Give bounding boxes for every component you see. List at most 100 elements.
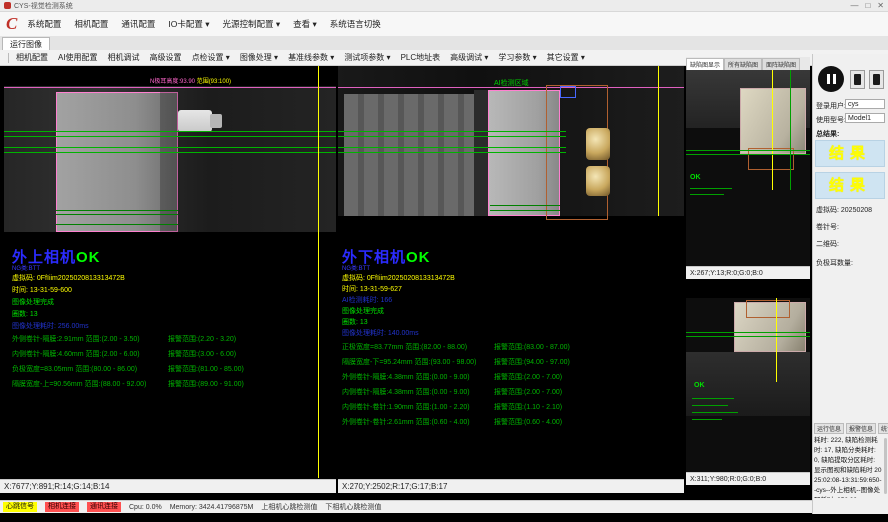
measurement-alarm: 报警范围:(2.00 - 7.00) [494, 372, 562, 382]
tool-image-processing[interactable]: 图像处理 ▾ [240, 52, 278, 63]
tool-advanced-debug[interactable]: 高级调试 ▾ [450, 52, 488, 63]
tool-test-params[interactable]: 测试项参数 ▾ [344, 52, 390, 63]
left-result-overlay: 外上相机OK NG类:BTT 虚拟码: 0FfIiim2025020813313… [12, 250, 125, 333]
lower-camera-heartbeat: 下相机心跳检测值 [325, 502, 381, 512]
pause-button[interactable] [818, 66, 844, 92]
middle-result-overlay: 外下相机OK NG类:BTT 虚拟码: 0FfIiim2025020813313… [342, 250, 455, 339]
middle-process-done: 图像处理完成 [342, 306, 455, 317]
annotation-range: 范围(93:100) [197, 79, 231, 85]
total-result-label: 总结果: [816, 129, 839, 139]
measurement-value: 外侧卷针-卷针:2.61mm 范围:(0.60 - 4.00) [342, 419, 470, 426]
thumb1-yellow-line [772, 70, 773, 190]
minimize-button[interactable]: — [850, 1, 858, 11]
login-user-value: cys [845, 99, 885, 109]
thumb1-green-line [686, 154, 810, 155]
middle-pixel-coords: X:270;Y:2502;R:17;G:17;B:17 [342, 482, 447, 491]
left-camera-name: 外上相机 [12, 249, 76, 266]
menu-light-config[interactable]: 光源控制配置 ▾ [223, 18, 281, 30]
tab-stats-info[interactable]: 统计信息 [878, 423, 888, 434]
neg-tab-count-label: 负极耳数量: [816, 258, 853, 268]
left-guide-line [56, 214, 178, 215]
measurement-alarm: 报警范围:(2.20 - 3.20) [168, 334, 236, 344]
menu-camera-config[interactable]: 相机配置 [74, 18, 108, 30]
measurement-row: 隔膜宽度-上=90.56mm 范围:(88.00 - 92.00) 报警范围:(… [12, 379, 332, 394]
tool-ai-config[interactable]: AI使用配置 [58, 52, 98, 63]
left-turn-count: 圈数: 13 [12, 309, 125, 321]
measurement-row: 负极宽度=83.05mm 范围:(80.00 - 86.00) 报警范围:(81… [12, 364, 332, 379]
menu-io-config[interactable]: IO卡配置 ▾ [168, 18, 209, 30]
middle-turn-count: 圈数: 13 [342, 317, 455, 328]
thumb2-orange-rect [746, 300, 790, 318]
result-badge-upper: 结果 [815, 140, 885, 167]
measurement-alarm: 报警范围:(1.10 - 2.10) [494, 402, 562, 412]
tool-plc-address[interactable]: PLC地址表 [401, 52, 441, 63]
measurement-value: 正极宽度=83.77mm 范围:(82.00 - 88.00) [342, 344, 467, 351]
left-ng-class: NG类:BTT [12, 265, 125, 273]
menu-comm-config[interactable]: 通讯配置 [121, 18, 155, 30]
tab-run-info[interactable]: 运行信息 [814, 423, 844, 434]
measurement-row: 内侧卷针-隔膜:4.38mm 范围:(0.00 - 9.00) 报警范围:(2.… [342, 387, 678, 402]
left-time: 时间: 13-31-59-600 [12, 285, 125, 297]
middle-virtual-code: 虚拟码: 0FfIiim2025020813313472B [342, 273, 455, 284]
thumb1-text-line [690, 194, 724, 195]
left-baseline-magenta [4, 87, 336, 88]
tool-spot-check[interactable]: 点检设置 ▾ [192, 52, 230, 63]
measurement-value: 负极宽度=83.05mm 范围:(80.00 - 86.00) [12, 366, 137, 373]
tool-other-settings[interactable]: 其它设置 ▾ [547, 52, 585, 63]
pause-icon [833, 74, 836, 84]
tab-alarm-info[interactable]: 报警信息 [846, 423, 876, 434]
close-button[interactable]: ✕ [877, 1, 884, 11]
thumbnail-upper-camera[interactable]: OK [686, 70, 810, 266]
upper-camera-toggle-button[interactable] [850, 70, 865, 89]
middle-machine-block [344, 94, 474, 216]
tool-camera-debug[interactable]: 相机调试 [108, 52, 140, 63]
thumb2-coords: X:311;Y:980;R:0;G:0;B:0 [690, 476, 766, 483]
menu-view[interactable]: 查看 ▾ [293, 18, 317, 30]
thumbnail-lower-camera[interactable]: OK [686, 298, 810, 472]
thumb1-coords: X:267;Y:13;R:0;G:0;B:0 [690, 270, 763, 277]
info-scrollbar[interactable] [884, 438, 887, 494]
measurement-value: 内侧卷针-卷针:1.90mm 范围:(1.00 - 2.20) [342, 404, 470, 411]
measurement-row: 外侧卷针-隔膜:2.91mm 范围:(2.00 - 3.50) 报警范围:(2.… [12, 334, 332, 349]
model-input[interactable]: Model1 [845, 113, 885, 123]
tab-defect-display[interactable]: 缺陷图显示 [686, 58, 724, 70]
left-guide-line [4, 131, 336, 132]
lower-camera-toggle-button[interactable] [869, 70, 884, 89]
tab-area-defects[interactable]: 面阵缺陷图 [762, 58, 800, 70]
tab-row: 运行图像 [0, 36, 888, 51]
middle-guide-line [338, 136, 566, 137]
tool-baseline-params[interactable]: 基准线参数 ▾ [288, 52, 334, 63]
thumb1-green-vline [790, 70, 791, 190]
maximize-button[interactable]: □ [865, 1, 870, 11]
menu-language-switch[interactable]: 系统语言切换 [330, 18, 381, 30]
measurement-row: 内侧卷针-隔膜:4.60mm 范围:(2.00 - 6.00) 报警范围:(3.… [12, 349, 332, 364]
middle-time: 时间: 13-31-59-627 [342, 284, 455, 295]
measurement-alarm: 报警范围:(81.00 - 85.00) [168, 364, 244, 374]
measurement-value: 内侧卷针-隔膜:4.38mm 范围:(0.00 - 9.00) [342, 389, 470, 396]
left-tab-height-annotation: N极耳高度:93.90 范围(93:100) [150, 79, 231, 86]
menu-system-config[interactable]: 系统配置 [27, 18, 61, 30]
info-tabs: 运行信息 报警信息 统计信息 [814, 423, 888, 434]
heartbeat-status-badge: 心跳信号 [3, 502, 37, 512]
pause-icon [827, 74, 830, 84]
measurement-value: 隔膜宽度-下=95.24mm 范围:(93.00 - 98.00) [342, 359, 476, 366]
menu-bar: C 系统配置 相机配置 通讯配置 IO卡配置 ▾ 光源控制配置 ▾ 查看 ▾ 系… [0, 12, 888, 37]
camera-connect-badge: 相机连接 [45, 502, 79, 512]
thumb2-text-line [692, 405, 728, 406]
camera-icon [854, 74, 861, 85]
measurement-row: 外侧卷针-隔膜:4.38mm 范围:(0.00 - 9.00) 报警范围:(2.… [342, 372, 678, 387]
tool-camera-config[interactable]: 相机配置 [16, 52, 48, 63]
thumb1-cell [740, 88, 806, 154]
tool-advanced-settings[interactable]: 高级设置 [150, 52, 182, 63]
upper-camera-heartbeat: 上相机心跳检测值 [261, 502, 317, 512]
left-guide-line [4, 152, 336, 153]
tool-learn-params[interactable]: 学习参数 ▾ [498, 52, 536, 63]
middle-guide-line [338, 152, 566, 153]
measurement-row: 正极宽度=83.77mm 范围:(82.00 - 88.00) 报警范围:(83… [342, 342, 678, 357]
thumb1-ok-label: OK [690, 174, 701, 181]
thumb2-green-line [686, 332, 810, 333]
measurement-alarm: 报警范围:(83.00 - 87.00) [494, 342, 570, 352]
toolbar-separator [8, 53, 9, 63]
tab-all-defects[interactable]: 所有缺陷图 [724, 58, 762, 70]
login-user-label: 登录用户: [816, 101, 846, 111]
